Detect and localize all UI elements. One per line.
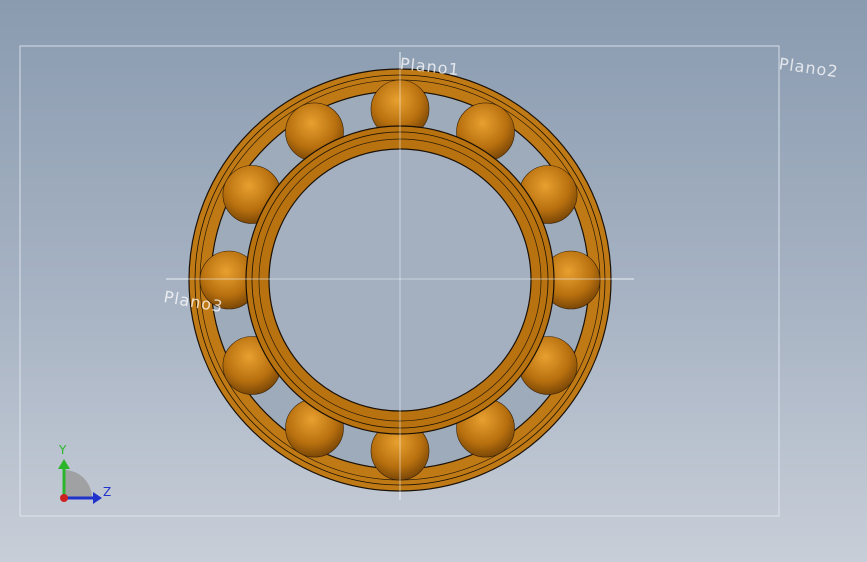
triad-origin <box>60 494 68 502</box>
model-view-svg[interactable] <box>0 0 867 562</box>
orientation-triad <box>58 459 102 504</box>
y-axis-arrowhead <box>58 459 70 469</box>
z-axis-arrowhead <box>93 492 102 504</box>
triad-y-label: Y <box>59 443 67 457</box>
graphics-viewport[interactable]: Plano1 Plano2 Plano3 Y Z <box>0 0 867 562</box>
triad-z-label: Z <box>103 485 112 499</box>
triad-quadrant <box>64 470 92 498</box>
